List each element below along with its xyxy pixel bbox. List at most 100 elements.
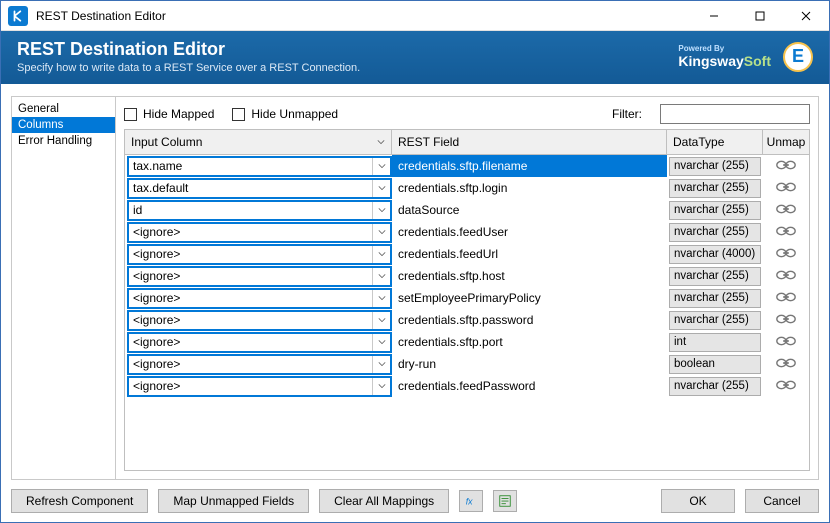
input-column-value: <ignore> xyxy=(129,379,372,393)
unmap-button[interactable] xyxy=(775,356,797,373)
minimize-button[interactable] xyxy=(691,1,737,30)
rest-field-cell[interactable]: dataSource xyxy=(392,199,667,221)
input-column-value: tax.name xyxy=(129,159,372,173)
maximize-button[interactable] xyxy=(737,1,783,30)
unmap-button[interactable] xyxy=(775,246,797,263)
refresh-component-button[interactable]: Refresh Component xyxy=(11,489,148,513)
mapping-grid: Input Column REST Field DataType Unmap t… xyxy=(124,129,810,471)
datatype-value: nvarchar (255) xyxy=(669,223,761,242)
input-column-value: <ignore> xyxy=(129,357,372,371)
datatype-value: nvarchar (255) xyxy=(669,311,761,330)
unmap-button[interactable] xyxy=(775,158,797,175)
input-column-value: <ignore> xyxy=(129,291,372,305)
ok-button[interactable]: OK xyxy=(661,489,735,513)
close-button[interactable] xyxy=(783,1,829,30)
header-datatype[interactable]: DataType xyxy=(667,130,763,154)
input-column-select[interactable]: id xyxy=(127,200,392,221)
datatype-value: int xyxy=(669,333,761,352)
nav-item-error-handling[interactable]: Error Handling xyxy=(12,133,115,149)
chevron-down-icon xyxy=(372,356,390,373)
script-button[interactable] xyxy=(493,490,517,512)
app-icon xyxy=(8,6,28,26)
checkbox-icon xyxy=(124,108,137,121)
titlebar: REST Destination Editor xyxy=(1,1,829,31)
table-row[interactable]: <ignore> credentials.feedUsernvarchar (25… xyxy=(125,221,809,243)
input-column-select[interactable]: <ignore> xyxy=(127,354,392,375)
unmap-button[interactable] xyxy=(775,378,797,395)
unmap-button[interactable] xyxy=(775,334,797,351)
input-column-select[interactable]: tax.name xyxy=(127,156,392,177)
datatype-value: nvarchar (255) xyxy=(669,289,761,308)
table-row[interactable]: <ignore> credentials.sftp.passwordnvarcha… xyxy=(125,309,809,331)
chevron-down-icon xyxy=(372,246,390,263)
table-row[interactable]: <ignore>credentials.feedUrlnvarchar (400… xyxy=(125,243,809,265)
unmap-button[interactable] xyxy=(775,224,797,241)
rest-field-cell[interactable]: credentials.feedPassword xyxy=(392,375,667,397)
rest-field-cell[interactable]: credentials.sftp.login xyxy=(392,177,667,199)
hide-unmapped-checkbox[interactable]: Hide Unmapped xyxy=(232,107,338,121)
map-unmapped-fields-button[interactable]: Map Unmapped Fields xyxy=(158,489,309,513)
unmap-button[interactable] xyxy=(775,202,797,219)
datatype-value: nvarchar (4000) xyxy=(669,245,761,264)
unmap-button[interactable] xyxy=(775,290,797,307)
chevron-down-icon xyxy=(372,378,390,395)
table-row[interactable]: <ignore>credentials.sftp.hostnvarchar (2… xyxy=(125,265,809,287)
datatype-value: nvarchar (255) xyxy=(669,377,761,396)
table-row[interactable]: <ignore> setEmployeePrimaryPolicynvarchar… xyxy=(125,287,809,309)
chevron-down-icon xyxy=(372,312,390,329)
nav-item-columns[interactable]: Columns xyxy=(12,117,115,133)
chevron-down-icon xyxy=(372,290,390,307)
input-column-select[interactable]: <ignore> xyxy=(127,376,392,397)
input-column-value: <ignore> xyxy=(129,313,372,327)
input-column-select[interactable]: <ignore> xyxy=(127,288,392,309)
clear-all-mappings-button[interactable]: Clear All Mappings xyxy=(319,489,449,513)
unmap-button[interactable] xyxy=(775,180,797,197)
svg-text:fx: fx xyxy=(466,497,473,507)
table-row[interactable]: tax.defaultcredentials.sftp.loginnvarcha… xyxy=(125,177,809,199)
filter-label: Filter: xyxy=(612,107,642,121)
rest-field-cell[interactable]: dry-run xyxy=(392,353,667,375)
input-column-select[interactable]: <ignore> xyxy=(127,266,392,287)
chevron-down-icon xyxy=(372,158,390,175)
hide-mapped-checkbox[interactable]: Hide Mapped xyxy=(124,107,214,121)
expression-fx-button[interactable]: fx xyxy=(459,490,483,512)
options-row: Hide Mapped Hide Unmapped Filter: xyxy=(124,103,810,125)
rest-field-cell[interactable]: setEmployeePrimaryPolicy xyxy=(392,287,667,309)
input-column-select[interactable]: tax.default xyxy=(127,178,392,199)
left-nav: GeneralColumnsError Handling xyxy=(12,97,116,479)
input-column-select[interactable]: <ignore> xyxy=(127,332,392,353)
rest-field-cell[interactable]: credentials.sftp.filename xyxy=(392,155,667,177)
rest-field-cell[interactable]: credentials.sftp.host xyxy=(392,265,667,287)
rest-field-cell[interactable]: credentials.sftp.port xyxy=(392,331,667,353)
input-column-value: tax.default xyxy=(129,181,372,195)
filter-input[interactable] xyxy=(660,104,810,124)
brand-kingswaysoft: Powered By KingswaySoft xyxy=(678,45,771,69)
window-title: REST Destination Editor xyxy=(36,9,691,23)
input-column-value: id xyxy=(129,203,372,217)
datatype-value: boolean xyxy=(669,355,761,374)
brand-e-icon: E xyxy=(783,42,813,72)
header-unmap[interactable]: Unmap xyxy=(763,130,809,154)
unmap-button[interactable] xyxy=(775,312,797,329)
rest-field-cell[interactable]: credentials.feedUrl xyxy=(392,243,667,265)
unmap-button[interactable] xyxy=(775,268,797,285)
input-column-select[interactable]: <ignore> xyxy=(127,244,392,265)
input-column-value: <ignore> xyxy=(129,335,372,349)
table-row[interactable]: <ignore> dry-runboolean xyxy=(125,353,809,375)
rest-field-cell[interactable]: credentials.sftp.password xyxy=(392,309,667,331)
nav-item-general[interactable]: General xyxy=(12,101,115,117)
table-row[interactable]: tax.namecredentials.sftp.filenamenvarcha… xyxy=(125,155,809,177)
page-title: REST Destination Editor xyxy=(17,39,678,60)
input-column-select[interactable]: <ignore> xyxy=(127,310,392,331)
header-input-column[interactable]: Input Column xyxy=(125,130,392,154)
hide-unmapped-label: Hide Unmapped xyxy=(251,107,338,121)
brand-block: Powered By KingswaySoft E xyxy=(678,42,813,72)
table-row[interactable]: <ignore> credentials.feedPasswordnvarchar… xyxy=(125,375,809,397)
table-row[interactable]: iddataSourcenvarchar (255) xyxy=(125,199,809,221)
input-column-value: <ignore> xyxy=(129,225,372,239)
table-row[interactable]: <ignore> credentials.sftp.portint xyxy=(125,331,809,353)
header-rest-field[interactable]: REST Field xyxy=(392,130,667,154)
cancel-button[interactable]: Cancel xyxy=(745,489,819,513)
input-column-select[interactable]: <ignore> xyxy=(127,222,392,243)
rest-field-cell[interactable]: credentials.feedUser xyxy=(392,221,667,243)
